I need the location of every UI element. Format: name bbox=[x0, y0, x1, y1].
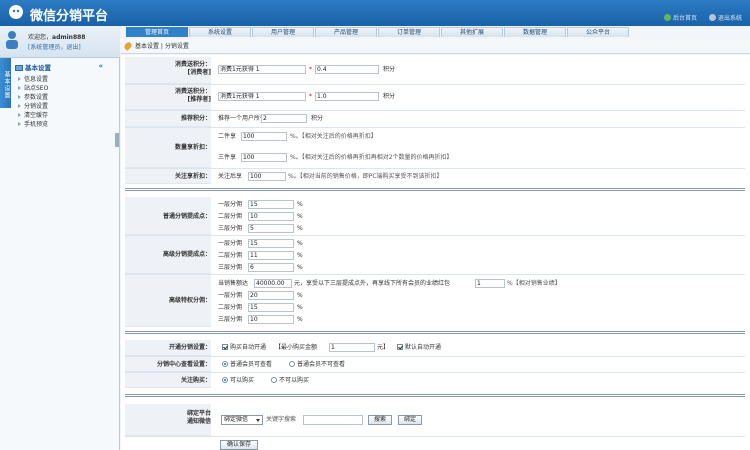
top-header: 微信分销平台 后台首页 退出系统 bbox=[0, 0, 750, 26]
auto-open-on-purchase-option[interactable]: 购买自动开通 bbox=[222, 343, 266, 352]
tab-extensions[interactable]: 其他扩展 bbox=[441, 27, 503, 37]
senior-bonus-input[interactable]: 1 bbox=[475, 279, 505, 288]
app-title: 微信分销平台 bbox=[30, 9, 109, 24]
logout-link[interactable]: 退出系统 bbox=[708, 14, 742, 22]
tab-home[interactable]: 管理首页 bbox=[126, 27, 188, 37]
collapse-icon[interactable]: « bbox=[98, 62, 103, 70]
consume-buyer-label: 消费送积分： [消费者] bbox=[174, 61, 211, 76]
save-button[interactable]: 确认保存 bbox=[220, 440, 258, 450]
auto-open-checkbox[interactable] bbox=[222, 344, 228, 350]
tab-system-settings[interactable]: 系统设置 bbox=[189, 27, 251, 37]
cannot-buy-radio[interactable] bbox=[271, 377, 277, 383]
normal-level1-input[interactable]: 15 bbox=[248, 200, 294, 209]
user-greeting: 欢迎您，admin888 bbox=[28, 34, 86, 41]
consume-referrer-input[interactable]: 消费1元获得 1 bbox=[218, 92, 306, 101]
senior-level2-input[interactable]: 11 bbox=[248, 251, 294, 260]
app-logo-icon bbox=[9, 5, 23, 19]
qty-discount-2-input[interactable]: 100 bbox=[241, 132, 287, 141]
default-auto-open-option[interactable]: 默认自动开通 bbox=[397, 343, 441, 352]
logout-icon bbox=[708, 14, 716, 21]
tab-public-platform[interactable]: 公众平台 bbox=[567, 27, 629, 37]
can-buy-radio[interactable] bbox=[222, 377, 228, 383]
tab-user-management[interactable]: 用户管理 bbox=[252, 27, 314, 37]
sidebar-item-seo[interactable]: 站点SEO bbox=[18, 83, 48, 92]
member-cannot-view-option[interactable]: 普通会员不可查看 bbox=[289, 360, 345, 369]
sidebar-vertical-tab[interactable]: 基本设置 bbox=[0, 58, 11, 108]
bind-platform-select[interactable]: 绑定微信 bbox=[221, 415, 263, 425]
senior-rights-level1-input[interactable]: 20 bbox=[248, 291, 294, 300]
cannot-buy-option[interactable]: 不可以购买 bbox=[271, 376, 309, 385]
keyword-search-input[interactable] bbox=[303, 415, 363, 425]
default-open-checkbox[interactable] bbox=[397, 344, 403, 350]
location-pin-icon bbox=[123, 41, 133, 51]
sidebar-item-info[interactable]: 信息设置 bbox=[18, 74, 48, 83]
bind-platform-label: 绑定平台 通知微信 bbox=[186, 410, 211, 425]
tab-data-management[interactable]: 数据管理 bbox=[504, 27, 566, 37]
username: admin888 bbox=[52, 34, 86, 41]
normal-level2-input[interactable]: 10 bbox=[248, 212, 294, 221]
referral-points-input[interactable]: 2 bbox=[261, 114, 307, 123]
senior-rights-label: 高级特权分佣： bbox=[168, 297, 211, 304]
sidebar: 基本设置 基本设置 « 信息设置 站点SEO 参数设置 分销设置 清空缓存 手机… bbox=[0, 58, 120, 450]
consume-buyer-multiplier[interactable]: 0.4 bbox=[315, 65, 379, 74]
member-can-view-radio[interactable] bbox=[222, 361, 228, 367]
consume-buyer-input[interactable]: 消费1元获得 1 bbox=[218, 65, 306, 74]
follow-discount-label: 关注享折扣： bbox=[174, 173, 211, 180]
section-separator bbox=[125, 331, 745, 334]
senior-points-label: 高级分销提成点： bbox=[162, 251, 211, 258]
main-nav: 管理首页 系统设置 用户管理 产品管理 订单管理 其他扩展 数据管理 公众平台 bbox=[126, 27, 750, 37]
sidebar-item-distribution[interactable]: 分销设置 bbox=[18, 101, 48, 110]
breadcrumb: 基本设置 | 分销设置 bbox=[121, 39, 750, 54]
senior-rights-level3-input[interactable]: 10 bbox=[248, 315, 294, 324]
bind-button[interactable]: 绑定 bbox=[398, 415, 422, 425]
member-cannot-view-radio[interactable] bbox=[289, 361, 295, 367]
top-links: 后台首页 退出系统 bbox=[654, 13, 742, 22]
home-icon bbox=[664, 14, 672, 21]
sidebar-item-params[interactable]: 参数设置 bbox=[18, 92, 48, 101]
tab-product-management[interactable]: 产品管理 bbox=[315, 27, 377, 37]
referral-points-label: 推荐积分： bbox=[180, 115, 211, 122]
qty-discount-3-input[interactable]: 100 bbox=[241, 153, 287, 162]
qty-discount-label: 数量享折扣： bbox=[174, 144, 211, 151]
home-link[interactable]: 后台首页 bbox=[664, 14, 697, 22]
senior-rights-level2-input[interactable]: 15 bbox=[248, 303, 294, 312]
follow-discount-input[interactable]: 100 bbox=[248, 172, 286, 181]
sidebar-splitter[interactable] bbox=[115, 133, 119, 147]
sidebar-item-mobile-preview[interactable]: 手机预览 bbox=[18, 119, 48, 128]
senior-level1-input[interactable]: 15 bbox=[248, 239, 294, 248]
follow-buy-label: 关注购买： bbox=[180, 377, 211, 384]
search-button[interactable]: 搜索 bbox=[368, 415, 392, 425]
avatar bbox=[6, 31, 18, 49]
main-form: 消费送积分： [消费者] 消费1元获得 1 * 0.4 积分 消费送积分： [推荐者… bbox=[121, 55, 750, 450]
senior-sales-threshold-input[interactable]: 40000.00 bbox=[254, 279, 292, 288]
tab-order-management[interactable]: 订单管理 bbox=[378, 27, 440, 37]
normal-points-label: 普通分销提成点： bbox=[162, 213, 211, 220]
normal-level3-input[interactable]: 5 bbox=[248, 224, 294, 233]
consume-referrer-label: 消费送积分： [推荐者] bbox=[174, 88, 211, 103]
keyword-search-label: 关键字搜索 bbox=[266, 416, 297, 423]
section-separator bbox=[125, 188, 745, 191]
can-buy-option[interactable]: 可以购买 bbox=[222, 376, 254, 385]
center-view-label: 分销中心查看设置： bbox=[156, 361, 211, 368]
sidebar-item-clear-cache[interactable]: 清空缓存 bbox=[18, 110, 48, 119]
open-distribution-label: 开通分销设置： bbox=[168, 344, 211, 351]
user-panel: 欢迎您，admin888 [系统管理员，退出] bbox=[0, 26, 120, 58]
sidebar-section-header[interactable]: 基本设置 « bbox=[15, 62, 115, 72]
consume-referrer-multiplier[interactable]: 1.0 bbox=[315, 92, 379, 101]
member-can-view-option[interactable]: 普通会员可查看 bbox=[222, 360, 272, 369]
senior-level3-input[interactable]: 6 bbox=[248, 263, 294, 272]
book-icon bbox=[15, 65, 23, 71]
min-purchase-input[interactable]: 1 bbox=[329, 343, 375, 352]
section-separator bbox=[125, 394, 745, 397]
user-role-link[interactable]: [系统管理员，退出] bbox=[28, 42, 81, 51]
